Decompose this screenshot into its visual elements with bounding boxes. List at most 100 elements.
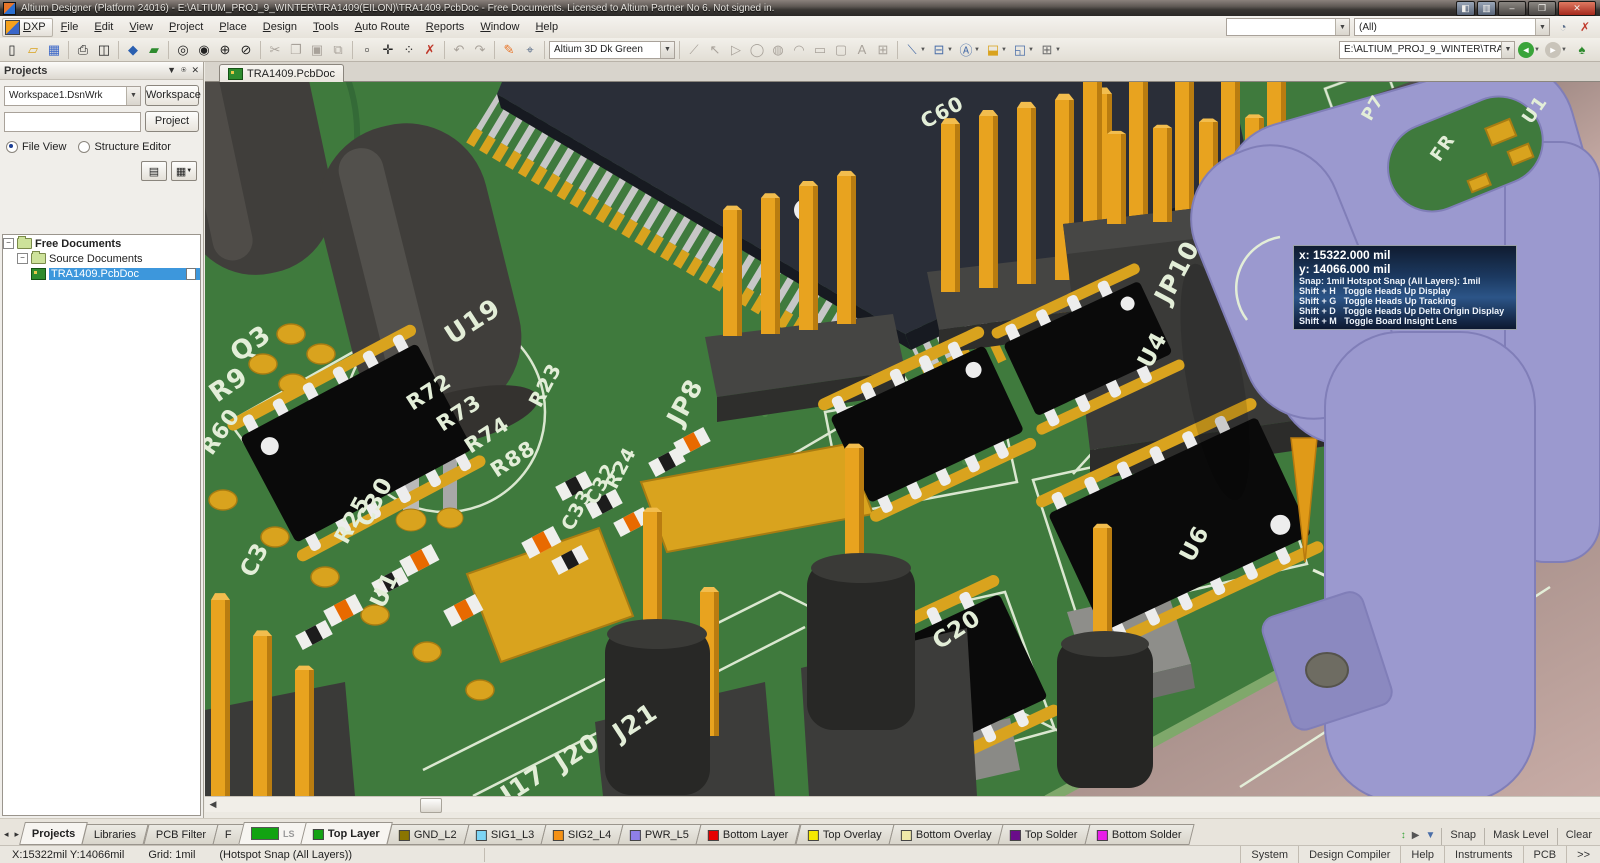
menu-reports[interactable]: Reports	[418, 19, 473, 35]
chevron-down-icon[interactable]: ▼	[1501, 42, 1514, 58]
snap-button[interactable]: Snap	[1441, 828, 1484, 845]
sort-icon[interactable]: ▤	[141, 161, 167, 181]
paste-icon[interactable]: ▣	[307, 40, 327, 60]
scope-filter-combo[interactable]: (All)▼	[1354, 18, 1550, 36]
pcb-release-icon[interactable]: ▰	[144, 40, 164, 60]
zoom-area-icon[interactable]: ◉	[194, 40, 214, 60]
zoom-document-icon[interactable]: ◎	[173, 40, 193, 60]
interactive-route-icon[interactable]: ✎	[499, 40, 519, 60]
layer-tab-bottom-overlay[interactable]: Bottom Overlay	[888, 824, 1004, 845]
menu-place[interactable]: Place	[211, 19, 255, 35]
print-preview-icon[interactable]: ◫	[94, 40, 114, 60]
zoom-in-icon[interactable]: ⊕	[215, 40, 235, 60]
close-button[interactable]: ✕	[1558, 1, 1596, 16]
menu-window[interactable]: Window	[472, 19, 527, 35]
workspace-button[interactable]: Workspace	[145, 85, 199, 106]
menu-view[interactable]: View	[121, 19, 161, 35]
projects-panel-header[interactable]: Projects ▼ ⍟ ✕	[0, 62, 203, 80]
tab-scroll-left-icon[interactable]: ◂	[2, 829, 13, 845]
projects-tree[interactable]: − Free Documents − Source Documents TRA1…	[2, 234, 201, 816]
board-dropdown-icon[interactable]: ◱	[1010, 40, 1030, 60]
pcb-panels-button[interactable]: PCB	[1523, 846, 1567, 863]
zoom-selected-icon[interactable]: ⊘	[236, 40, 256, 60]
scroll-left-icon[interactable]: ◀	[205, 797, 221, 812]
more-panels-button[interactable]: >>	[1566, 846, 1600, 863]
filter-clear-icon[interactable]: ✗	[1576, 18, 1594, 36]
filter-apply-icon[interactable]: ◔	[1554, 18, 1572, 36]
system-panels-button[interactable]: System	[1240, 846, 1298, 863]
layer-tab-top-layer[interactable]: Top Layer	[300, 822, 393, 845]
pcb-3d-viewport[interactable]: C60R60Q3R9U19R72R73R74R88R23R24C32C33C30…	[205, 82, 1600, 796]
structure-editor-radio[interactable]	[78, 141, 90, 153]
menu-edit[interactable]: Edit	[86, 19, 121, 35]
layer-pair-icon[interactable]: ↕	[1401, 830, 1406, 841]
tree-item-free-documents[interactable]: Free Documents	[35, 238, 121, 250]
open-icon[interactable]: ▱	[23, 40, 43, 60]
scrollbar-thumb[interactable]	[420, 798, 442, 813]
project-combo[interactable]	[4, 112, 141, 132]
close-icon[interactable]: ✕	[191, 65, 199, 76]
chevron-down-icon[interactable]: ▼	[1335, 19, 1349, 35]
open-document-menu-icon[interactable]: ▦▼	[171, 161, 197, 181]
chevron-down-icon[interactable]: ▼	[660, 42, 674, 58]
menu-file[interactable]: File	[53, 19, 87, 35]
collapse-icon[interactable]: −	[17, 253, 28, 264]
panel-tab-libraries[interactable]: Libraries	[82, 824, 149, 845]
panel-tab-pcb-filter[interactable]: PCB Filter	[143, 824, 218, 845]
mask-level-button[interactable]: Mask Level	[1484, 828, 1557, 845]
minimize-button[interactable]: –	[1498, 1, 1526, 16]
align-dropdown-icon[interactable]: ⊟	[929, 40, 949, 60]
layer-tab-sig2-l4[interactable]: SIG2_L4	[540, 824, 624, 845]
project-button[interactable]: Project	[145, 111, 199, 132]
print-icon[interactable]: ⎙	[73, 40, 93, 60]
clear-button[interactable]: Clear	[1557, 828, 1600, 845]
cut-icon[interactable]: ✂	[265, 40, 285, 60]
layer-tab-gnd-l2[interactable]: GND_L2	[386, 824, 469, 845]
file-view-radio[interactable]	[6, 141, 18, 153]
layer-tab-top-solder[interactable]: Top Solder	[998, 824, 1091, 845]
move-icon[interactable]: ✛	[378, 40, 398, 60]
document-tab[interactable]: TRA1409.PcbDoc	[219, 64, 344, 83]
copy-icon[interactable]: ❐	[286, 40, 306, 60]
paste-special-icon[interactable]: ⧉	[328, 40, 348, 60]
mask-dropdown-icon[interactable]: Ⓐ	[956, 40, 976, 60]
clear-selection-icon[interactable]: ✗	[420, 40, 440, 60]
title-bar[interactable]: Altium Designer (Platform 24016) - E:\AL…	[0, 0, 1600, 16]
select-special-icon[interactable]: ⁘	[399, 40, 419, 60]
route-dropdown-icon[interactable]: ⟍	[902, 40, 922, 60]
compare-icon[interactable]: ◧	[1456, 1, 1475, 16]
panel-tab-projects[interactable]: Projects	[19, 822, 88, 845]
find-icon[interactable]: ⌖	[520, 40, 540, 60]
chevron-down-icon[interactable]: ▼	[126, 87, 140, 105]
save-icon[interactable]: ▦	[44, 40, 64, 60]
layer-tab-bottom-layer[interactable]: Bottom Layer	[696, 824, 802, 845]
layer-filter-icon[interactable]: ▼	[1425, 830, 1435, 841]
chevron-down-icon[interactable]: ▼	[167, 65, 176, 76]
select-area-icon[interactable]: ▫	[357, 40, 377, 60]
layout-icon[interactable]: ▥	[1477, 1, 1496, 16]
design-compiler-panels-button[interactable]: Design Compiler	[1298, 846, 1400, 863]
tree-item-pcbdoc-selected[interactable]: TRA1409.PcbDoc	[49, 268, 200, 280]
tree-item-source-documents[interactable]: Source Documents	[49, 253, 143, 265]
redo-icon[interactable]: ↷	[470, 40, 490, 60]
horizontal-scrollbar[interactable]: ◀	[205, 796, 1600, 812]
current-layer-indicator-tab[interactable]: LS	[238, 822, 307, 845]
view-configuration-combo[interactable]: Altium 3D Dk Green▼	[549, 41, 675, 59]
menu-project[interactable]: Project	[161, 19, 211, 35]
new-document-icon[interactable]: ▯	[2, 40, 22, 60]
room-dropdown-icon[interactable]: ⬓	[983, 40, 1003, 60]
layer-tab-pwr-l5[interactable]: PWR_L5	[618, 824, 702, 845]
pin-icon[interactable]: ⍟	[181, 65, 186, 76]
forward-nav-icon[interactable]: ►	[1545, 42, 1561, 58]
document-path-combo[interactable]: E:\ALTIUM_PROJ_9_WINTER\TRA14▼	[1339, 41, 1515, 59]
back-nav-icon[interactable]: ◄	[1518, 42, 1534, 58]
mask-filter-combo[interactable]: ▼	[1226, 18, 1350, 36]
collapse-icon[interactable]: −	[3, 238, 14, 249]
instruments-panels-button[interactable]: Instruments	[1444, 846, 1522, 863]
layer-tab-bottom-solder[interactable]: Bottom Solder	[1084, 824, 1194, 845]
chevron-down-icon[interactable]: ▼	[1535, 19, 1549, 35]
menu-design[interactable]: Design	[255, 19, 305, 35]
menu-tools[interactable]: Tools	[305, 19, 347, 35]
layer-tab-top-overlay[interactable]: Top Overlay	[795, 824, 894, 845]
up-hierarchy-icon[interactable]: ♠	[1572, 40, 1592, 60]
